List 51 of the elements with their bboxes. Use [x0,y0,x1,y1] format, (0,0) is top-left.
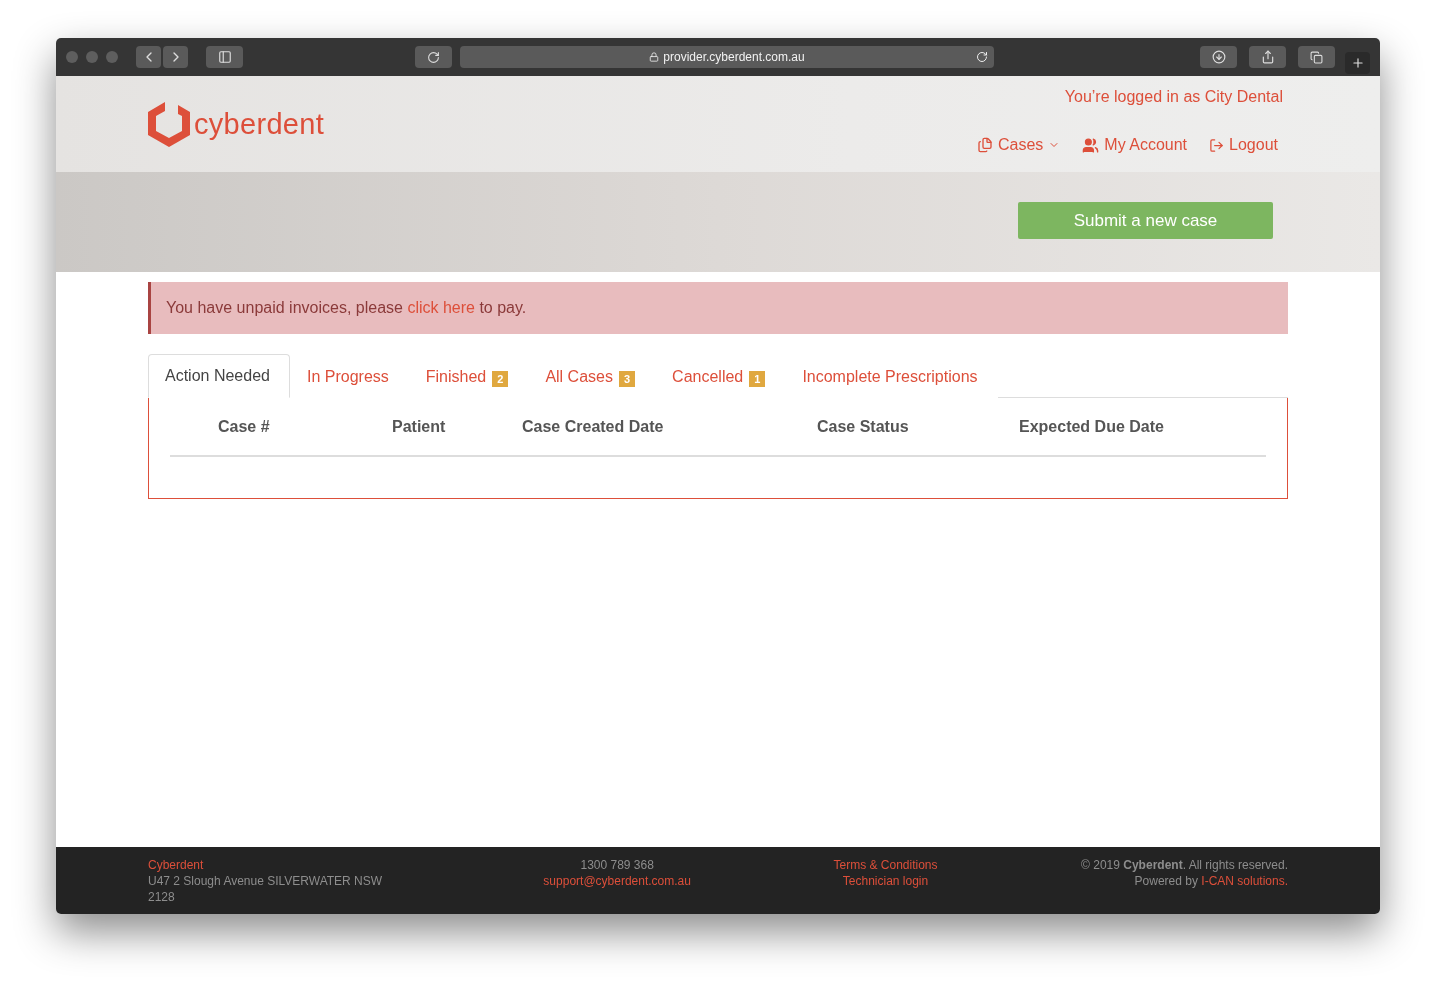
back-button[interactable] [136,46,161,68]
count-badge: 1 [749,370,766,387]
powered-by-text: Powered by I-CAN solutions. [1134,873,1288,889]
window-minimize-dot[interactable] [86,51,98,63]
downloads-button[interactable] [1200,46,1237,68]
new-tab-button[interactable] [1345,52,1370,74]
alert-text: You have unpaid invoices, please click here to pay. [166,299,527,317]
lock-icon [649,52,660,62]
pay-link[interactable]: click here [407,299,475,316]
reload-icon[interactable] [976,51,988,63]
column-header: Expected Due Date [1019,417,1165,436]
tabs-icon [1310,50,1323,64]
documents-icon [977,137,993,153]
share-icon [1260,50,1275,64]
share-button[interactable] [1249,46,1286,68]
forward-button[interactable] [163,46,188,68]
column-header: Case Created Date [522,417,665,436]
login-status-text: You’re logged in as City Dental [1064,88,1283,106]
download-icon [1211,50,1226,64]
column-header: Case Status [817,417,910,436]
sidebar-icon [217,50,232,64]
sign-out-icon [1209,137,1225,153]
count-badge: 2 [492,370,509,387]
sidebar-button[interactable] [206,46,243,68]
logo-icon [148,100,190,148]
window-close-dot[interactable] [66,51,78,63]
company-link[interactable]: Cyberdent [148,857,204,873]
nav-link[interactable]: My Account [1082,136,1188,154]
nav-link[interactable]: Logout [1209,136,1278,154]
column-header: Patient [392,417,447,436]
submit-case-button[interactable]: Submit a new case [1018,202,1273,239]
url-text: provider.cyberdent.com.au [663,50,805,64]
footer-link[interactable]: Technician login [842,873,929,889]
tabs-button[interactable] [1298,46,1335,68]
footer-link[interactable]: Terms & Conditions [833,857,938,873]
address-bar[interactable]: provider.cyberdent.com.au [460,46,994,68]
logo-text: cyberdent [194,107,325,141]
nav-link[interactable]: Cases [977,136,1061,154]
users-icon [1082,136,1100,154]
count-badge: 3 [618,370,636,387]
phone-text: 1300 789 368 [580,857,654,873]
address-text: U47 2 Slough Avenue SILVERWATER NSW 2128 [148,873,384,905]
window-zoom-dot[interactable] [106,51,118,63]
email-link[interactable]: support@cyberdent.com.au [543,873,691,889]
vendor-link[interactable]: I-CAN solutions. [1201,874,1288,888]
extension-button[interactable] [415,46,452,68]
copyright-text: © 2019 Cyberdent. All rights reserved. [1081,857,1288,873]
column-header: Case # [218,417,271,436]
plus-icon [1350,56,1365,70]
tab[interactable]: Action Needed [148,354,290,398]
circle-arrow-icon [427,50,440,64]
